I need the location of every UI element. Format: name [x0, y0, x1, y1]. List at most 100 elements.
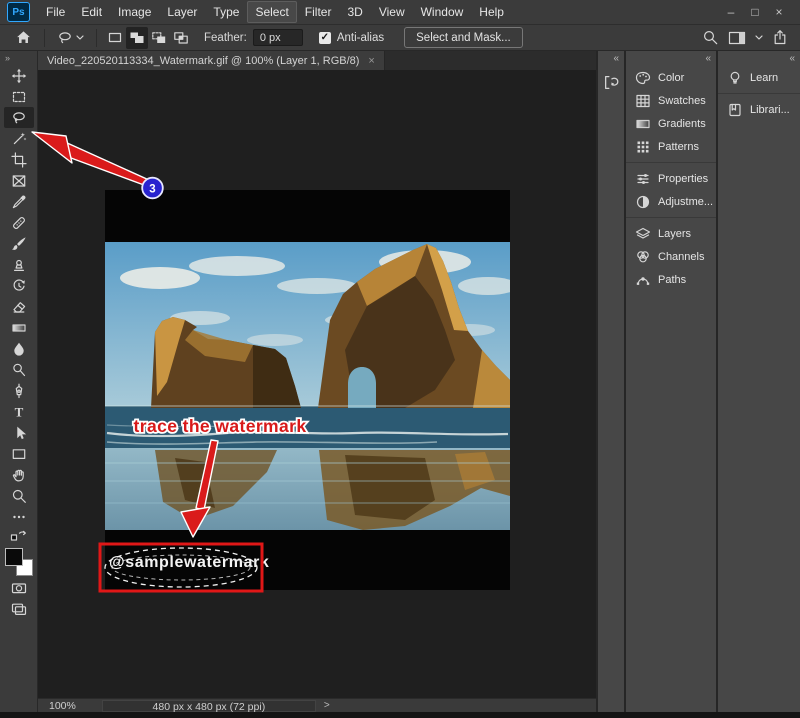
collapse-panel-button[interactable]: «	[626, 51, 716, 66]
ellipsis-icon	[11, 509, 27, 525]
spot-healing-brush-tool[interactable]	[4, 212, 34, 233]
screen-mode-button[interactable]	[4, 598, 34, 619]
gradient-tool[interactable]	[4, 317, 34, 338]
panel-item-properties[interactable]: Properties	[626, 167, 716, 190]
panel-item-adjustments[interactable]: Adjustme...	[626, 190, 716, 213]
history-brush-tool[interactable]	[4, 275, 34, 296]
frame-tool[interactable]	[4, 170, 34, 191]
menu-filter[interactable]: Filter	[297, 1, 340, 23]
clone-stamp-tool[interactable]	[4, 254, 34, 275]
panel-item-patterns[interactable]: Patterns	[626, 135, 716, 158]
marquee-icon	[11, 89, 27, 105]
new-selection-button[interactable]	[104, 27, 126, 49]
quick-mask-icon	[11, 580, 27, 596]
panel-item-channels[interactable]: Channels	[626, 245, 716, 268]
document-size-info: 480 px x 480 px (72 ppi)	[102, 700, 316, 712]
swap-colors-icon	[10, 529, 28, 542]
zoom-tool[interactable]	[4, 485, 34, 506]
panel-item-layers[interactable]: Layers	[626, 222, 716, 245]
zoom-level[interactable]: 100%	[49, 700, 76, 712]
search-icon[interactable]	[702, 29, 719, 46]
color-palette-icon	[635, 70, 651, 86]
minimize-icon[interactable]: –	[722, 3, 740, 21]
panel-label: Learn	[750, 72, 778, 84]
select-and-mask-button[interactable]: Select and Mask...	[404, 27, 523, 48]
menu-select[interactable]: Select	[247, 1, 296, 23]
move-icon	[11, 68, 27, 84]
rectangular-marquee-tool[interactable]	[4, 86, 34, 107]
history-panel-strip: «	[596, 51, 624, 712]
menu-file[interactable]: File	[38, 1, 73, 23]
rectangle-tool[interactable]	[4, 443, 34, 464]
check-icon: ✓	[321, 32, 329, 43]
panel-divider	[626, 217, 716, 218]
canvas-column: Video_220520113334_Watermark.gif @ 100% …	[38, 51, 596, 712]
panel-item-color[interactable]: Color	[626, 66, 716, 89]
add-to-selection-button[interactable]	[126, 27, 148, 49]
menu-type[interactable]: Type	[205, 1, 247, 23]
document-image[interactable]: @samplewatermark	[105, 190, 510, 590]
toolbar-expand-button[interactable]: »	[0, 51, 10, 65]
channels-icon	[635, 249, 651, 265]
subtract-from-selection-icon	[151, 31, 167, 45]
chevron-down-icon[interactable]	[755, 35, 763, 41]
panel-item-learn[interactable]: Learn	[718, 66, 800, 89]
document-tab[interactable]: Video_220520113334_Watermark.gif @ 100% …	[38, 51, 385, 70]
hand-tool[interactable]	[4, 464, 34, 485]
panel-label: Color	[658, 72, 684, 84]
eraser-tool[interactable]	[4, 296, 34, 317]
magnifier-icon	[11, 488, 27, 504]
separator	[44, 29, 45, 47]
panel-divider	[718, 93, 800, 94]
swap-colors-button[interactable]	[4, 527, 34, 544]
dodge-tool[interactable]	[4, 359, 34, 380]
pen-tool[interactable]	[4, 380, 34, 401]
share-icon[interactable]	[772, 29, 788, 46]
gradients-icon	[635, 116, 651, 132]
feather-input[interactable]	[253, 29, 303, 46]
menu-view[interactable]: View	[371, 1, 413, 23]
eyedropper-tool[interactable]	[4, 191, 34, 212]
panel-item-swatches[interactable]: Swatches	[626, 89, 716, 112]
crop-tool[interactable]	[4, 149, 34, 170]
foreground-background-colors[interactable]	[4, 547, 34, 577]
panel-label: Gradients	[658, 118, 706, 130]
menu-layer[interactable]: Layer	[159, 1, 205, 23]
canvas-area[interactable]: @samplewatermark	[38, 70, 596, 698]
history-icon[interactable]	[603, 74, 620, 91]
collapse-panel-button[interactable]: «	[598, 51, 624, 66]
panel-item-paths[interactable]: Paths	[626, 268, 716, 291]
quick-selection-tool[interactable]	[4, 128, 34, 149]
anti-alias-checkbox[interactable]: ✓	[319, 32, 331, 44]
collapse-panel-button[interactable]: «	[718, 51, 800, 66]
active-tool-preset[interactable]	[52, 27, 89, 49]
move-tool[interactable]	[4, 65, 34, 86]
maximize-icon[interactable]: □	[746, 3, 764, 21]
foreground-color-swatch[interactable]	[5, 548, 23, 566]
edit-toolbar-button[interactable]	[4, 506, 34, 527]
type-tool[interactable]: T	[4, 401, 34, 422]
lasso-tool[interactable]	[4, 107, 34, 128]
new-selection-icon	[107, 31, 123, 44]
menu-help[interactable]: Help	[471, 1, 512, 23]
quick-mask-button[interactable]	[4, 577, 34, 598]
subtract-from-selection-button[interactable]	[148, 27, 170, 49]
menu-edit[interactable]: Edit	[73, 1, 110, 23]
menu-window[interactable]: Window	[413, 1, 472, 23]
workspace-icon[interactable]	[728, 31, 746, 45]
tab-close-icon[interactable]: ×	[368, 55, 374, 67]
options-bar: Feather: ✓ Anti-alias Select and Mask...	[0, 25, 800, 51]
panel-item-gradients[interactable]: Gradients	[626, 112, 716, 135]
menu-3d[interactable]: 3D	[339, 1, 370, 23]
blur-tool[interactable]	[4, 338, 34, 359]
path-selection-tool[interactable]	[4, 422, 34, 443]
close-icon[interactable]: ×	[770, 3, 788, 21]
menu-image[interactable]: Image	[110, 1, 159, 23]
brush-icon	[11, 236, 27, 252]
healing-brush-icon	[11, 215, 27, 231]
brush-tool[interactable]	[4, 233, 34, 254]
status-chevron-icon[interactable]: >	[324, 700, 330, 711]
home-button[interactable]	[10, 27, 37, 49]
panel-item-libraries[interactable]: Librari...	[718, 98, 800, 121]
intersect-selection-button[interactable]	[170, 27, 192, 49]
